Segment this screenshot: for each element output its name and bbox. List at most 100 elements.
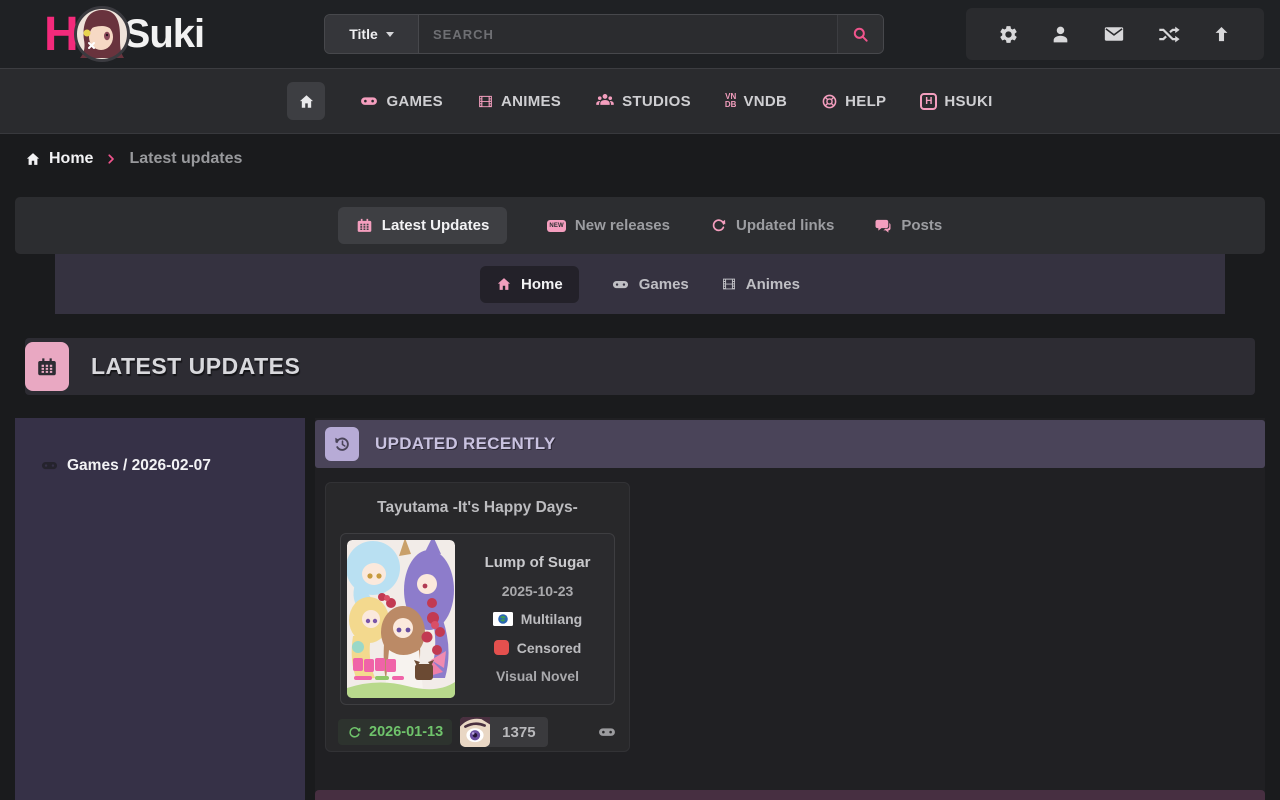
censorship-row: Censored [494, 640, 582, 656]
views-badge[interactable]: 1375 [460, 717, 547, 747]
nav-item-games[interactable]: GAMES [359, 91, 443, 111]
uploader-avatar [460, 717, 490, 747]
gear-icon [998, 24, 1019, 45]
random-button[interactable] [1157, 23, 1180, 46]
settings-button[interactable] [998, 24, 1019, 45]
search-filter-value: Title [349, 26, 378, 42]
magnifier-icon [851, 25, 870, 44]
profile-button[interactable] [1050, 24, 1071, 45]
category-label: Visual Novel [496, 668, 579, 684]
next-section-strip [315, 790, 1265, 800]
arrow-up-icon [1211, 24, 1232, 45]
site-logo[interactable]: H Suki [44, 2, 204, 66]
history-icon-box [325, 427, 359, 461]
subtab-games[interactable]: Games [611, 275, 689, 294]
tab-posts[interactable]: Posts [874, 217, 942, 235]
tab-updated-links[interactable]: Updated links [710, 217, 834, 234]
user-icon [1050, 24, 1071, 45]
film-icon [477, 93, 494, 110]
search-input[interactable] [419, 15, 837, 53]
nav-label-vndb: VNDB [743, 93, 787, 110]
search-button[interactable] [837, 15, 883, 53]
page-header: LATEST UPDATES [25, 338, 1255, 395]
nav-home-button[interactable] [287, 82, 325, 120]
logo-avatar [74, 6, 130, 62]
envelope-icon [1103, 23, 1125, 45]
main-nav: GAMES ANIMES STUDIOS VNDB VNDB HELP H HS… [0, 68, 1280, 134]
nav-item-vndb[interactable]: VNDB VNDB [725, 93, 787, 110]
game-card-footer: 2026-01-13 1375 [338, 717, 617, 747]
home-icon [298, 93, 315, 110]
nav-item-hsuki[interactable]: H HSUKI [920, 93, 992, 110]
calendar-icon-box [25, 342, 69, 391]
page-title: LATEST UPDATES [91, 353, 300, 380]
nav-label-help: HELP [845, 93, 886, 110]
top-bar: H Suki Title [0, 0, 1280, 68]
nav-label-hsuki: HSUKI [944, 93, 992, 110]
sidebar: Games / 2026-02-07 [15, 418, 305, 800]
tab-latest-updates[interactable]: Latest Updates [338, 207, 508, 244]
gamepad-icon [597, 722, 617, 742]
red-square-icon [494, 640, 509, 655]
censorship-label: Censored [517, 640, 582, 656]
refresh-icon [710, 217, 727, 234]
logo-suffix: Suki [124, 12, 204, 57]
calendar-icon [356, 217, 373, 234]
game-info: Lump of Sugar 2025-10-23 Multilang [461, 534, 614, 704]
search-bar: Title [324, 14, 884, 54]
tab-label: Posts [901, 217, 942, 234]
section-title: UPDATED RECENTLY [375, 434, 556, 454]
search-filter-select[interactable]: Title [325, 15, 419, 53]
game-cover-image[interactable] [347, 540, 455, 698]
breadcrumb-home[interactable]: Home [25, 150, 93, 168]
sidebar-heading-label: Games / 2026-02-07 [67, 457, 211, 475]
tab-label: New releases [575, 217, 670, 234]
home-icon [496, 276, 512, 292]
gamepad-icon [40, 456, 59, 475]
gamepad-icon [359, 91, 379, 111]
subtab-home[interactable]: Home [480, 266, 579, 303]
nav-item-studios[interactable]: STUDIOS [595, 91, 691, 111]
updated-recently-bar: UPDATED RECENTLY [315, 420, 1265, 468]
film-icon [721, 276, 737, 292]
cover-art [347, 540, 455, 698]
tabs-panel: Latest Updates NEW New releases Updated … [15, 197, 1265, 254]
home-icon [25, 151, 41, 167]
game-title: Tayutama -It's Happy Days- [326, 499, 629, 517]
chevron-right-icon [105, 153, 117, 165]
chevron-down-icon [386, 32, 394, 37]
comments-icon [874, 217, 892, 235]
language-label: Multilang [521, 611, 582, 627]
tab-label: Updated links [736, 217, 834, 234]
nav-item-help[interactable]: HELP [821, 93, 886, 110]
subtab-label: Games [639, 276, 689, 293]
logo-prefix: H [44, 7, 78, 62]
subtab-label: Animes [746, 276, 800, 293]
breadcrumb-current: Latest updates [129, 150, 242, 168]
nav-item-animes[interactable]: ANIMES [477, 93, 561, 110]
quick-icons-panel [966, 8, 1264, 60]
subtab-animes[interactable]: Animes [721, 276, 800, 293]
tab-label: Latest Updates [382, 217, 490, 234]
tab-new-releases[interactable]: NEW New releases [547, 217, 670, 234]
messages-button[interactable] [1103, 23, 1125, 45]
subtabs-panel: Home Games Animes [55, 254, 1225, 314]
users-icon [595, 91, 615, 111]
studio-name[interactable]: Lump of Sugar [485, 554, 591, 571]
sidebar-heading[interactable]: Games / 2026-02-07 [40, 456, 211, 475]
updated-date-badge: 2026-01-13 [338, 719, 452, 745]
subtab-label: Home [521, 276, 563, 293]
nav-label-animes: ANIMES [501, 93, 561, 110]
language-row: Multilang [493, 611, 582, 627]
release-date: 2025-10-23 [502, 583, 574, 599]
nav-label-games: GAMES [386, 93, 443, 110]
breadcrumb-home-label: Home [49, 150, 93, 168]
new-badge-icon: NEW [547, 220, 566, 232]
gamepad-icon [611, 275, 630, 294]
game-card-body: Lump of Sugar 2025-10-23 Multilang [340, 533, 615, 705]
nav-label-studios: STUDIOS [622, 93, 691, 110]
refresh-icon [347, 725, 362, 740]
main-content: UPDATED RECENTLY Tayutama -It's Happy Da… [315, 418, 1265, 800]
game-card[interactable]: Tayutama -It's Happy Days- [325, 482, 630, 752]
scroll-top-button[interactable] [1211, 24, 1232, 45]
